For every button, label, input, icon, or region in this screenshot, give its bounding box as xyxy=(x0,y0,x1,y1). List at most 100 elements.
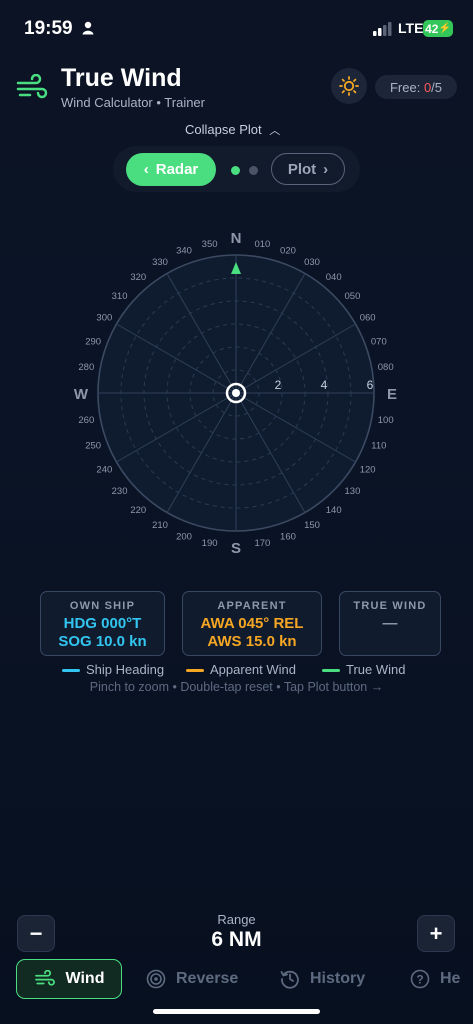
bearing-label: 120 xyxy=(360,465,376,476)
tab-reverse[interactable]: Reverse xyxy=(146,959,238,999)
bearing-label: 070 xyxy=(371,337,387,348)
range-ring-label: 6 xyxy=(367,378,374,392)
south-label: S xyxy=(231,540,241,557)
home-indicator xyxy=(153,1009,320,1014)
bearing-label: 100 xyxy=(378,415,394,426)
bearing-label: 060 xyxy=(360,313,376,324)
bearing-label: 150 xyxy=(304,520,320,531)
bearing-label: 210 xyxy=(152,520,168,531)
app-subtitle: Wind Calculator • Trainer xyxy=(61,95,205,110)
apparent-speed: AWS 15.0 kn xyxy=(207,633,297,650)
bearing-label: 310 xyxy=(112,291,128,302)
bearing-label: 240 xyxy=(96,465,112,476)
range-ring-label: 2 xyxy=(275,378,282,392)
gesture-hint: Pinch to zoom • Double-tap reset • Tap P… xyxy=(89,680,384,694)
legend-line-ship xyxy=(62,669,80,673)
plot-button-label: Plot xyxy=(287,160,317,178)
bearing-label: 350 xyxy=(202,239,218,250)
person-icon xyxy=(82,21,94,35)
legend-line-true xyxy=(322,669,340,673)
bearing-label: 280 xyxy=(78,362,94,373)
apparent-box: APPARENT AWA 045° REL AWS 15.0 kn xyxy=(182,591,322,656)
collapse-plot-button[interactable]: Collapse Plot ︿ xyxy=(185,122,280,138)
tab-reverse-label: Reverse xyxy=(176,970,239,987)
bearing-label: 160 xyxy=(280,531,296,542)
app-title: True Wind xyxy=(61,64,182,92)
chevron-left-icon: ‹ xyxy=(143,161,149,178)
own-ship-box: OWN SHIP HDG 000°T SOG 10.0 kn xyxy=(40,591,165,656)
radar-plot[interactable]: 010 020 030 040050 060 070 080 100 110 120 130140 1… xyxy=(0,200,473,560)
true-wind-label: TRUE WIND xyxy=(353,600,427,612)
page-dot-active xyxy=(231,166,240,175)
status-time: 19:59 xyxy=(24,18,73,39)
target-icon xyxy=(146,969,166,989)
zoom-in-button[interactable]: + xyxy=(417,915,455,952)
own-ship-dot xyxy=(232,389,240,397)
legend-true-wind: True Wind xyxy=(322,662,405,677)
legend-true-label: True Wind xyxy=(346,662,406,677)
signal-icon xyxy=(373,22,392,36)
true-wind-value: — xyxy=(382,615,398,632)
west-label: W xyxy=(74,386,89,403)
legend-ship-label: Ship Heading xyxy=(86,662,165,677)
battery-badge: 42 ⚡ xyxy=(423,20,453,37)
own-ship-speed: SOG 10.0 kn xyxy=(58,633,147,650)
wind-icon xyxy=(16,74,48,99)
tab-help[interactable]: ? He xyxy=(410,959,460,999)
tab-history[interactable]: History xyxy=(280,959,365,999)
bearing-label: 010 xyxy=(254,239,270,250)
charging-icon: ⚡ xyxy=(438,23,451,34)
apparent-label: APPARENT xyxy=(217,600,287,612)
bearing-label: 140 xyxy=(326,505,342,516)
svg-text:?: ? xyxy=(416,973,423,987)
bearing-label: 300 xyxy=(96,313,112,324)
help-icon: ? xyxy=(410,969,430,989)
tab-history-label: History xyxy=(310,970,366,987)
theme-toggle-button[interactable] xyxy=(331,68,367,104)
east-label: E xyxy=(387,386,397,403)
network-label: LTE xyxy=(398,20,424,36)
bearing-label: 110 xyxy=(371,440,386,451)
legend-ship-heading: Ship Heading xyxy=(62,662,164,677)
plot-button[interactable]: Plot › xyxy=(271,153,345,185)
tab-wind-label: Wind xyxy=(65,970,105,987)
free-total: /5 xyxy=(431,79,443,95)
bearing-label: 250 xyxy=(85,440,101,451)
collapse-plot-label: Collapse Plot xyxy=(185,122,262,137)
bearing-label: 320 xyxy=(130,272,146,283)
sun-icon xyxy=(339,76,359,96)
range-label: Range xyxy=(217,912,256,927)
free-usage-badge[interactable]: Free: 0/5 xyxy=(375,75,457,99)
true-wind-box: TRUE WIND — xyxy=(339,591,441,656)
bearing-label: 290 xyxy=(85,337,101,348)
legend-apparent-wind: Apparent Wind xyxy=(186,662,296,677)
bearing-label: 130 xyxy=(345,486,361,497)
bearing-label: 190 xyxy=(202,538,218,549)
wind-icon xyxy=(34,970,55,986)
north-label: N xyxy=(231,230,242,247)
radar-button[interactable]: ‹ Radar xyxy=(126,153,216,186)
apparent-angle: AWA 045° REL xyxy=(200,615,304,632)
bearing-label: 330 xyxy=(152,257,168,268)
range-ring-label: 4 xyxy=(321,378,328,392)
page-dot xyxy=(249,166,258,175)
bearing-label: 050 xyxy=(345,291,361,302)
bearing-label: 220 xyxy=(130,505,146,516)
bearing-label: 030 xyxy=(304,257,320,268)
bearing-label: 020 xyxy=(280,246,296,257)
range-value: 6 NM xyxy=(211,928,262,951)
history-icon xyxy=(280,970,299,989)
bearing-label: 260 xyxy=(78,415,94,426)
bearing-label: 200 xyxy=(176,531,192,542)
bearing-label: 340 xyxy=(176,246,192,257)
own-ship-heading: HDG 000°T xyxy=(63,615,142,632)
radar-button-label: Radar xyxy=(155,161,199,178)
bearing-label: 080 xyxy=(378,362,394,373)
chevron-right-icon: › xyxy=(323,160,329,178)
battery-level: 42 xyxy=(425,21,439,36)
own-ship-label: OWN SHIP xyxy=(69,600,136,612)
bearing-label: 230 xyxy=(112,486,128,497)
tab-wind[interactable]: Wind xyxy=(16,959,122,999)
legend-line-apparent xyxy=(186,669,204,673)
free-used: 0 xyxy=(423,79,432,95)
